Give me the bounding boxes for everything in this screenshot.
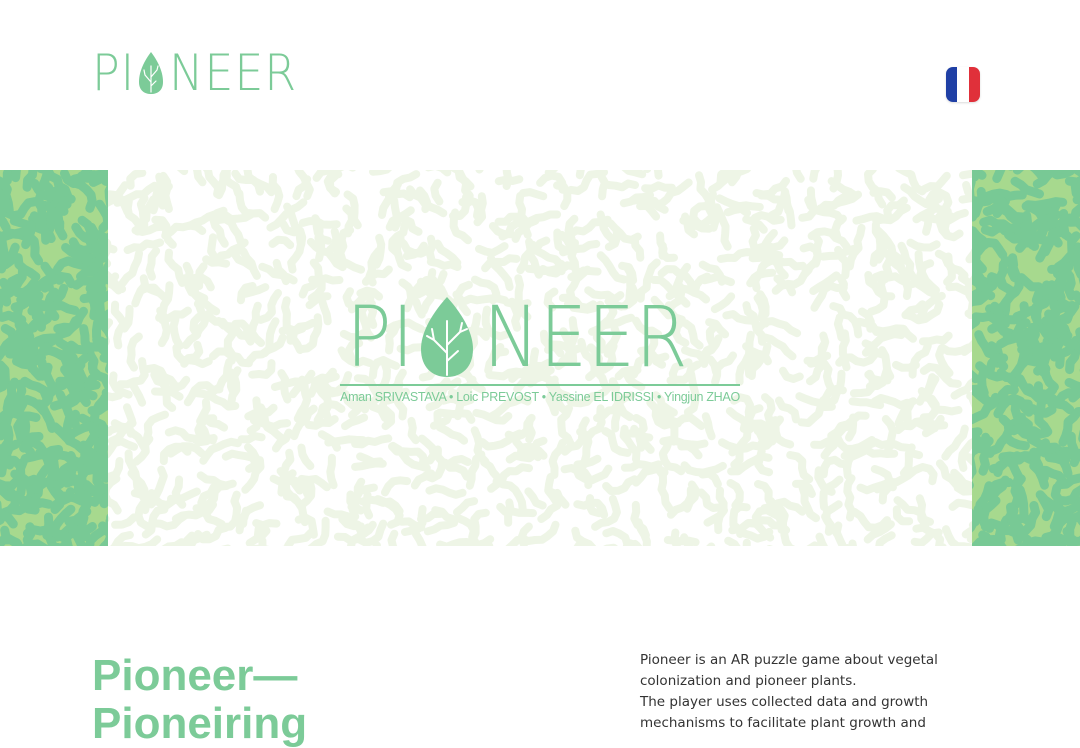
logo-text-suffix: NEER [168,44,298,102]
france-flag-icon [946,67,958,102]
site-header: PI NEER [0,0,1080,170]
banner-divider [340,384,740,386]
logo-text-prefix: PI [92,44,136,102]
intro-heading-line: Pioneer— [92,651,298,700]
intro-heading: Pioneer— Pioneiring [92,652,307,748]
banner-title-suffix: NEER [483,288,689,386]
banner-logo: PI NEER Aman SRIVASTAVA • Loic PREVOST •… [340,292,740,404]
leaf-icon [417,295,477,379]
banner-title: PI NEER [346,292,711,382]
side-pattern-right [972,170,1080,546]
side-pattern-left [0,170,108,546]
leaf-icon [137,50,165,96]
intro-heading-line: Pioneiring [92,699,308,748]
banner-title-prefix: PI [346,288,414,386]
intro-paragraph: Pioneer is an AR puzzle game about veget… [640,652,938,689]
intro-description: Pioneer is an AR puzzle game about veget… [640,650,970,734]
intro-paragraph: The player uses collected data and growt… [640,694,929,731]
hero-banner: PI NEER Aman SRIVASTAVA • Loic PREVOST •… [0,170,1080,546]
site-logo[interactable]: PI NEER [92,48,308,98]
authors-line: Aman SRIVASTAVA • Loic PREVOST • Yassine… [340,390,740,404]
language-flag-button[interactable] [946,67,980,102]
